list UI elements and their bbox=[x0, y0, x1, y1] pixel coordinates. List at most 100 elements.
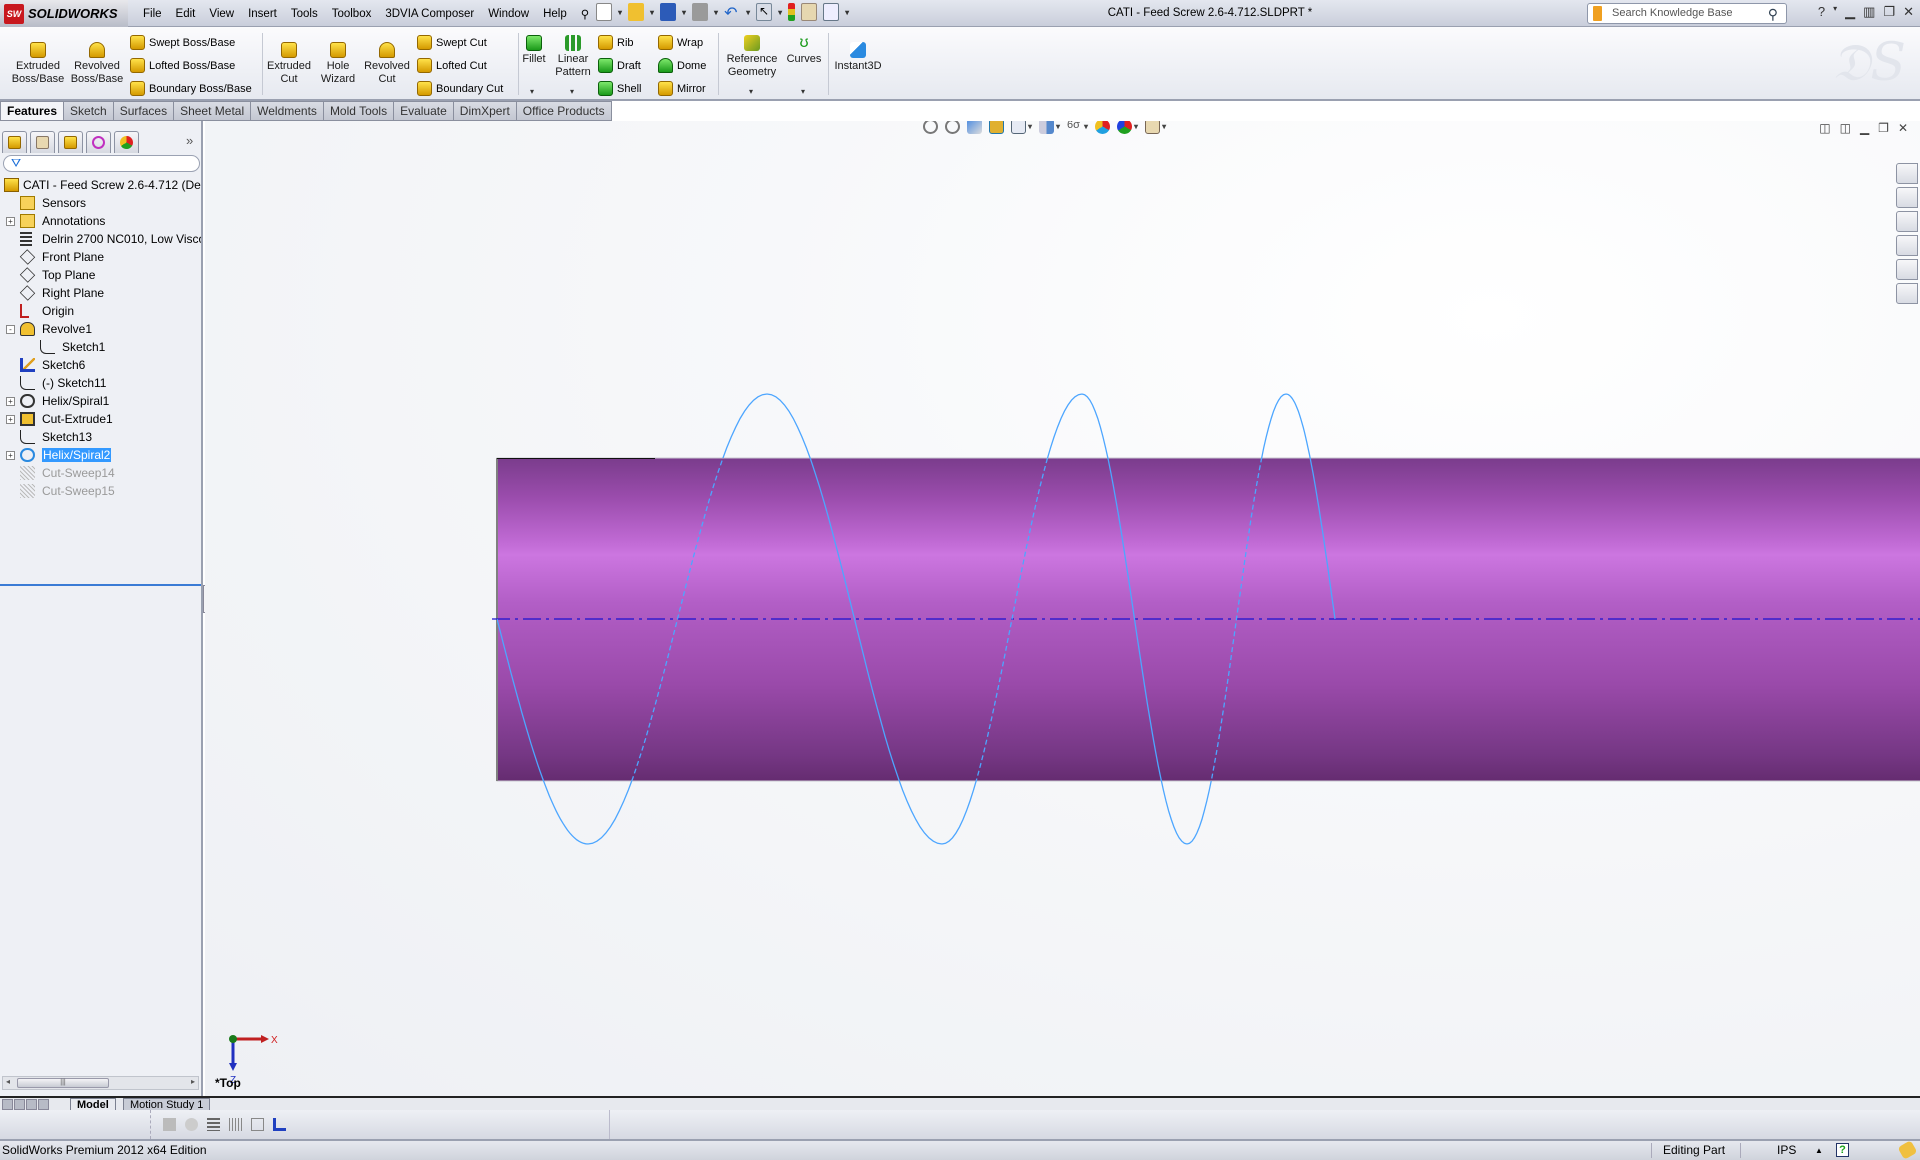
next-tab-icon[interactable] bbox=[26, 1099, 37, 1110]
viewport-restore-icon[interactable]: ❐ bbox=[1878, 121, 1889, 135]
grid-icon[interactable] bbox=[229, 1118, 242, 1131]
menu-3dvia-composer[interactable]: 3DVIA Composer bbox=[378, 8, 481, 20]
expand-icon[interactable]: + bbox=[6, 397, 15, 406]
expand-panel-icon[interactable]: » bbox=[186, 133, 193, 148]
curves-button[interactable]: ʊ Curves bbox=[784, 35, 824, 66]
tab-configuration-manager[interactable] bbox=[58, 131, 83, 153]
lofted-cut-button[interactable]: Lofted Cut bbox=[417, 58, 487, 73]
fillet-dropdown-icon[interactable]: ▾ bbox=[530, 87, 534, 96]
rollback-bar[interactable] bbox=[0, 584, 201, 586]
view-orientation-icon[interactable] bbox=[1011, 121, 1026, 134]
tab-mold-tools[interactable]: Mold Tools bbox=[323, 101, 395, 121]
menu-tools[interactable]: Tools bbox=[284, 8, 325, 20]
tree-item[interactable]: Top Plane bbox=[0, 266, 201, 284]
help-icon[interactable]: ? bbox=[1818, 4, 1825, 20]
scroll-left-icon[interactable]: ◂ bbox=[6, 1077, 10, 1086]
prev-tab-icon[interactable] bbox=[14, 1099, 25, 1110]
previous-view-icon[interactable] bbox=[967, 121, 982, 134]
menu-edit[interactable]: Edit bbox=[169, 8, 203, 20]
wrap-button[interactable]: Wrap bbox=[658, 35, 703, 50]
tab-evaluate[interactable]: Evaluate bbox=[394, 101, 454, 121]
graphics-area[interactable]: X Z *Top ▾ ▾ 6σ ▾ ▾ ▾ ◫ ◫ ▁ ❐ ✕ bbox=[205, 121, 1920, 1096]
boundary-boss-button[interactable]: Boundary Boss/Base bbox=[130, 81, 252, 96]
viewport-close-icon[interactable]: ✕ bbox=[1898, 121, 1908, 135]
tab-features[interactable]: Features bbox=[0, 101, 65, 121]
file-properties-icon[interactable] bbox=[801, 3, 818, 21]
extruded-cut-button[interactable]: Extruded Cut bbox=[264, 42, 314, 86]
design-library-icon[interactable] bbox=[1896, 187, 1918, 208]
viewport-split-left-icon[interactable]: ◫ bbox=[1819, 121, 1830, 135]
menu-toolbox[interactable]: Toolbox bbox=[325, 8, 379, 20]
quick-tips-icon[interactable]: ? bbox=[1836, 1143, 1849, 1157]
animation-wizard-icon[interactable] bbox=[163, 1118, 176, 1131]
expand-icon[interactable]: + bbox=[6, 451, 15, 460]
tree-item[interactable]: Right Plane bbox=[0, 284, 201, 302]
tree-item[interactable]: Sketch1 bbox=[0, 338, 201, 356]
scroll-right-icon[interactable]: ▸ bbox=[191, 1077, 195, 1086]
units-dropdown-icon[interactable]: ▲ bbox=[1815, 1141, 1823, 1160]
menu-help[interactable]: Help bbox=[536, 8, 574, 20]
tab-dimxpert[interactable]: DimXpert bbox=[453, 101, 517, 121]
rib-button[interactable]: Rib bbox=[598, 35, 634, 50]
tree-item[interactable]: Sensors bbox=[0, 194, 201, 212]
section-view-icon[interactable] bbox=[989, 121, 1004, 134]
custom-properties-icon[interactable] bbox=[1896, 283, 1918, 304]
tab-property-manager[interactable] bbox=[30, 131, 55, 153]
tab-sketch[interactable]: Sketch bbox=[64, 101, 114, 121]
zoom-to-fit-icon[interactable] bbox=[923, 121, 938, 134]
hole-wizard-button[interactable]: Hole Wizard bbox=[316, 42, 360, 86]
print-icon[interactable] bbox=[692, 3, 709, 21]
boundary-cut-button[interactable]: Boundary Cut bbox=[417, 81, 503, 96]
menu-window[interactable]: Window bbox=[481, 8, 536, 20]
instant3d-button[interactable]: Instant3D bbox=[832, 42, 884, 73]
viewport-minimize-icon[interactable]: ▁ bbox=[1860, 121, 1869, 135]
hide-show-items-icon[interactable]: 6σ bbox=[1067, 121, 1082, 134]
shell-button[interactable]: Shell bbox=[598, 81, 641, 96]
collapse-icon[interactable]: - bbox=[6, 325, 15, 334]
tree-item[interactable]: Cut-Sweep14 bbox=[0, 464, 201, 482]
view-settings-icon[interactable] bbox=[1145, 121, 1161, 134]
tab-weldments[interactable]: Weldments bbox=[251, 101, 324, 121]
view-palette-icon[interactable] bbox=[1896, 235, 1918, 256]
tree-item[interactable]: Sketch6 bbox=[0, 356, 201, 374]
tree-item[interactable]: + Helix/Spiral2 bbox=[0, 446, 201, 464]
menu-insert[interactable]: Insert bbox=[241, 8, 284, 20]
tree-item[interactable]: Origin bbox=[0, 302, 201, 320]
pin-icon[interactable]: ⚲ bbox=[574, 7, 596, 21]
tree-item[interactable]: + Cut-Extrude1 bbox=[0, 410, 201, 428]
tag-icon[interactable] bbox=[1897, 1140, 1918, 1160]
tab-dimxpert-manager[interactable] bbox=[86, 131, 111, 153]
undo-icon[interactable]: ↶ bbox=[724, 3, 740, 22]
tab-display-manager[interactable] bbox=[114, 131, 139, 153]
last-tab-icon[interactable] bbox=[38, 1099, 49, 1110]
rebuild-icon[interactable] bbox=[788, 3, 796, 21]
solidworks-logo[interactable]: SW SOLIDWORKS bbox=[0, 0, 128, 27]
appearances-scenes-icon[interactable] bbox=[1896, 259, 1918, 280]
swept-cut-button[interactable]: Swept Cut bbox=[417, 35, 487, 50]
draft-button[interactable]: Draft bbox=[598, 58, 641, 73]
lofted-boss-button[interactable]: Lofted Boss/Base bbox=[130, 58, 235, 73]
tree-item[interactable]: Cut-Sweep15 bbox=[0, 482, 201, 500]
options-icon[interactable] bbox=[823, 3, 840, 21]
dome-button[interactable]: Dome bbox=[658, 58, 706, 73]
tree-item[interactable]: Front Plane bbox=[0, 248, 201, 266]
linear-pattern-dropdown-icon[interactable]: ▾ bbox=[570, 87, 574, 96]
file-explorer-icon[interactable] bbox=[1896, 211, 1918, 232]
tree-filter-input[interactable]: ⛛ bbox=[3, 155, 200, 172]
fillet-button[interactable]: Fillet bbox=[520, 35, 548, 66]
linear-pattern-button[interactable]: Linear Pattern bbox=[552, 35, 594, 79]
save-icon[interactable] bbox=[660, 3, 677, 21]
tree-item[interactable]: CATI - Feed Screw 2.6-4.712 (Default<<De… bbox=[0, 176, 201, 194]
tile-icon[interactable]: ▥ bbox=[1863, 4, 1875, 20]
swap-icon[interactable] bbox=[251, 1118, 264, 1131]
tab-feature-manager[interactable] bbox=[2, 131, 27, 153]
solidworks-resources-icon[interactable] bbox=[1896, 163, 1918, 184]
expand-icon[interactable]: + bbox=[6, 217, 15, 226]
close-icon[interactable]: ✕ bbox=[1903, 4, 1914, 20]
select-icon[interactable]: ↖ bbox=[756, 3, 773, 21]
list-icon[interactable] bbox=[207, 1118, 220, 1131]
mirror-button[interactable]: Mirror bbox=[658, 81, 706, 96]
timeline-icon[interactable] bbox=[273, 1118, 286, 1131]
search-knowledge-base-input[interactable]: Search Knowledge Base ⚲ bbox=[1587, 3, 1787, 24]
viewport-split-right-icon[interactable]: ◫ bbox=[1840, 121, 1851, 135]
